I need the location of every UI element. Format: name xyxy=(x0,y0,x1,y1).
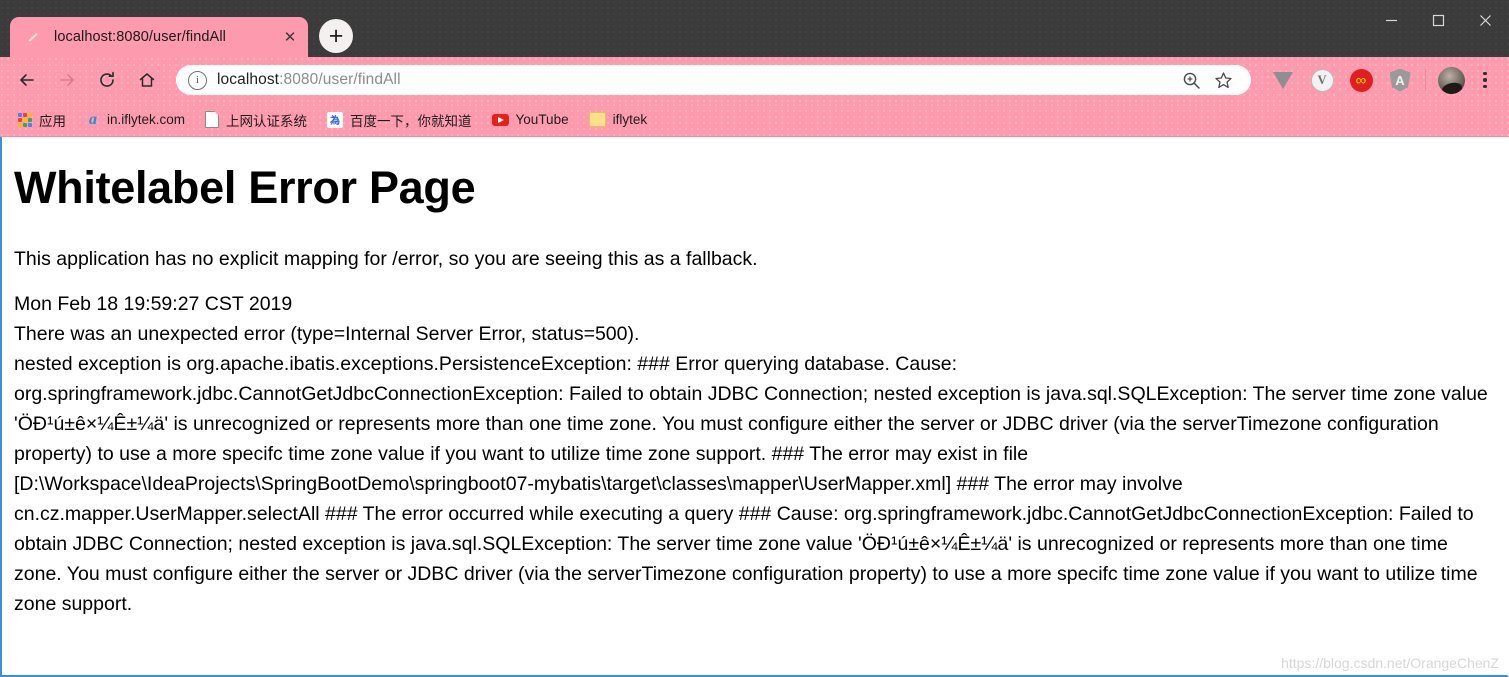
browser-window: localhost:8080/user/findAll ✕ + i localh… xyxy=(0,0,1509,677)
bookmark-label: 百度一下，你就知道 xyxy=(350,113,472,129)
page-title: Whitelabel Error Page xyxy=(14,162,476,213)
bookmark-star-icon[interactable] xyxy=(1209,66,1237,94)
stacktrace-text: nested exception is org.apache.ibatis.ex… xyxy=(14,353,1488,616)
baidu-icon: 為 xyxy=(327,111,344,128)
close-button[interactable] xyxy=(1462,0,1509,40)
page-viewport: Whitelabel Error Page This application h… xyxy=(0,137,1509,677)
iflytek-icon: ɑ xyxy=(89,110,97,128)
url-host: localhost xyxy=(217,71,280,88)
zoom-in-icon[interactable] xyxy=(1177,66,1205,94)
bookmarks-bar: 应用 ɑ in.iflytek.com 上网认证系统 為 百度一下，你就知道 Y… xyxy=(0,103,1509,137)
bookmark-item-baidu[interactable]: 為 百度一下，你就知道 xyxy=(321,108,481,132)
new-tab-button[interactable]: + xyxy=(319,19,353,53)
intro-text: This application has no explicit mapping… xyxy=(14,248,758,270)
url-path: :8080/user/findAll xyxy=(279,71,401,88)
close-tab-icon[interactable]: ✕ xyxy=(280,27,300,47)
spring-leaf-icon xyxy=(26,28,44,46)
address-bar[interactable]: i localhost:8080/user/findAll xyxy=(176,65,1251,95)
whitelabel-error-page: Whitelabel Error Page This application h… xyxy=(2,137,1507,619)
bookmark-item-iflytek-folder[interactable]: iflytek xyxy=(583,108,657,132)
vue-devtools-extension-icon[interactable] xyxy=(1268,65,1298,95)
site-info-icon[interactable]: i xyxy=(188,70,207,90)
vuejs-extension-icon[interactable]: V xyxy=(1307,65,1337,95)
bookmark-label: iflytek xyxy=(612,112,648,127)
omnibox-actions xyxy=(1173,66,1237,94)
bookmark-item-net-auth-system[interactable]: 上网认证系统 xyxy=(199,108,316,132)
folder-icon xyxy=(588,112,606,127)
bookmark-item-in-iflytek[interactable]: ɑ in.iflytek.com xyxy=(80,108,194,132)
toolbar-divider xyxy=(1425,69,1426,91)
profile-avatar[interactable] xyxy=(1438,66,1465,94)
three-dot-menu-icon[interactable] xyxy=(1471,65,1499,95)
reload-icon[interactable] xyxy=(90,63,124,97)
url-text: localhost:8080/user/findAll xyxy=(217,71,401,89)
tab-title: localhost:8080/user/findAll xyxy=(54,29,226,45)
bookmark-item-youtube[interactable]: YouTube xyxy=(486,108,578,132)
browser-tab-active[interactable]: localhost:8080/user/findAll ✕ xyxy=(10,17,308,57)
title-bar: localhost:8080/user/findAll ✕ + xyxy=(0,0,1509,57)
bookmark-label: YouTube xyxy=(515,112,569,127)
error-summary-text: There was an unexpected error (type=Inte… xyxy=(14,323,640,346)
watermark: https://blog.csdn.net/OrangeChenZ xyxy=(1281,655,1499,671)
window-controls xyxy=(1368,0,1509,40)
home-icon[interactable] xyxy=(130,63,164,97)
bookmark-label: 上网认证系统 xyxy=(226,113,308,129)
forward-icon xyxy=(50,63,84,97)
apps-grid-icon xyxy=(18,112,32,127)
back-icon[interactable] xyxy=(10,63,44,97)
browser-toolbar: i localhost:8080/user/findAll V ∞ A xyxy=(0,57,1509,103)
tab-strip: localhost:8080/user/findAll ✕ + xyxy=(0,0,353,57)
angular-augury-extension-icon[interactable]: A xyxy=(1385,65,1415,95)
bookmark-label: in.iflytek.com xyxy=(107,112,186,127)
timestamp-text: Mon Feb 18 19:59:27 CST 2019 xyxy=(14,293,293,316)
bookmark-item-apps[interactable]: 应用 xyxy=(12,108,75,132)
page-icon xyxy=(205,111,220,128)
maximize-button[interactable] xyxy=(1415,0,1462,40)
bookmark-label: 应用 xyxy=(39,113,66,129)
minimize-button[interactable] xyxy=(1368,0,1415,40)
infinity-newtab-extension-icon[interactable]: ∞ xyxy=(1346,65,1376,95)
youtube-icon xyxy=(491,113,509,126)
